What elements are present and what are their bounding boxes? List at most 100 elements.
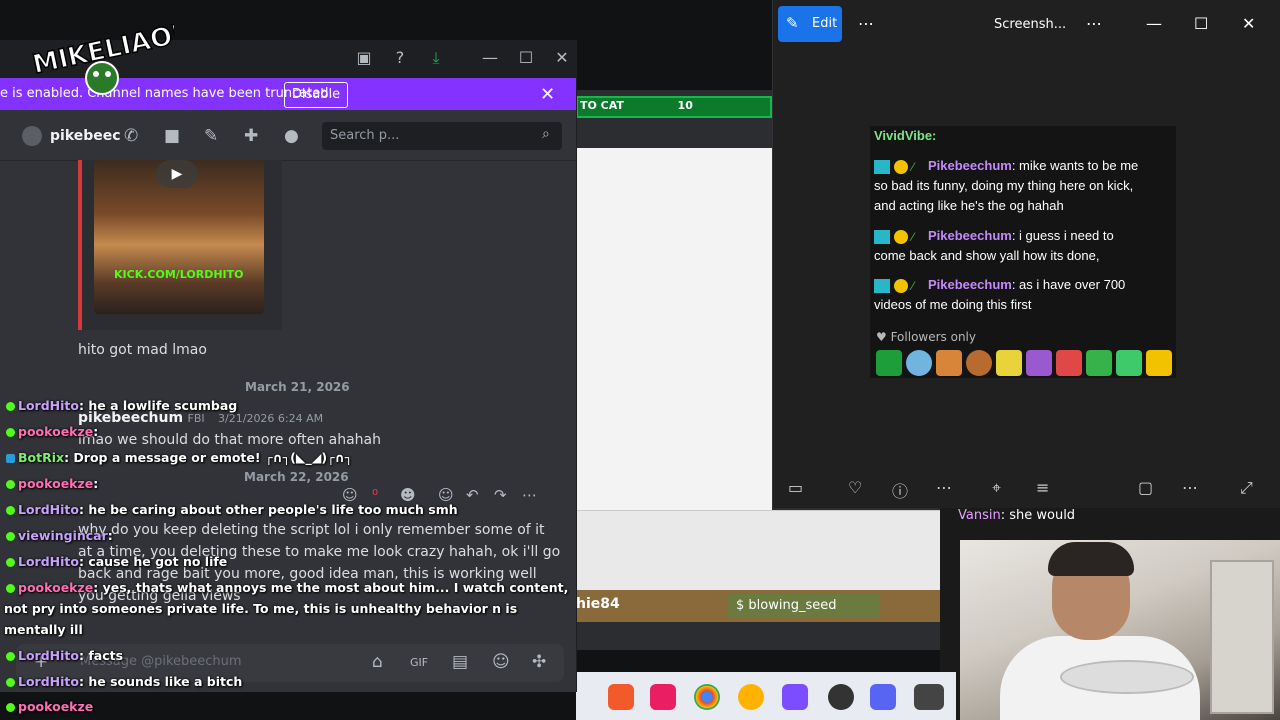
- stream-chat-line: Vansin: she would: [958, 508, 1076, 523]
- gif-icon[interactable]: GIF: [410, 656, 428, 669]
- emote[interactable]: [996, 350, 1022, 376]
- video-call-icon[interactable]: ■: [164, 126, 180, 146]
- banner-close-icon[interactable]: ✕: [540, 84, 555, 105]
- avatar: [22, 126, 42, 146]
- app-diamond-icon[interactable]: [782, 684, 808, 710]
- chat-message: ⁄ Pikebeechum: mike wants to be me: [874, 158, 1138, 174]
- settings-sun-icon[interactable]: [738, 684, 764, 710]
- date-divider: March 22, 2026: [244, 470, 349, 484]
- forward-icon[interactable]: ↷: [494, 486, 507, 504]
- search-placeholder: Search p...: [330, 128, 400, 143]
- stream-user-tag-left: hie84: [576, 596, 620, 612]
- edit-label: Edit: [812, 16, 838, 31]
- more-options-icon[interactable]: ⋯: [858, 14, 874, 33]
- emote[interactable]: [1146, 350, 1172, 376]
- author-badge: FBI: [187, 412, 205, 425]
- close-icon[interactable]: ✕: [1242, 14, 1255, 33]
- emoji-icon[interactable]: ☺: [492, 652, 510, 672]
- filmstrip-icon[interactable]: ▭: [788, 478, 803, 497]
- help-icon[interactable]: ?: [388, 48, 412, 67]
- reply-icon[interactable]: ↶: [466, 486, 479, 504]
- minimize-icon[interactable]: —: [478, 48, 502, 67]
- play-icon[interactable]: ▶: [156, 160, 198, 188]
- viewer-title: Screensh...: [994, 17, 1067, 32]
- overlay-chat-line: pookoekze: [6, 699, 93, 714]
- overlay-chat-line: LordHito: he be caring about other peopl…: [6, 502, 458, 517]
- edit-icon: ✎: [786, 14, 799, 32]
- close-icon[interactable]: ✕: [550, 48, 574, 67]
- chat-message-line: videos of me doing this first: [874, 297, 1032, 312]
- overlay-chat-line: LordHito: facts: [6, 648, 123, 663]
- overlay-chat-line: LordHito: he sounds like a bitch: [6, 674, 242, 689]
- add-friend-icon[interactable]: ✚: [244, 126, 258, 146]
- apps-icon[interactable]: ✣: [532, 652, 546, 672]
- chat-message-line: and acting like he's the og hahah: [874, 198, 1064, 213]
- overlay-chat-line: pookoekze: yes, thats what annoys me the…: [6, 580, 568, 595]
- embed-link[interactable]: KICK.COM/LORDHITO: [114, 268, 244, 281]
- maximize-icon[interactable]: ☐: [1194, 14, 1208, 33]
- app-icon[interactable]: [650, 684, 676, 710]
- pin-icon[interactable]: ✎: [204, 126, 218, 146]
- message-text: hito got mad lmao: [78, 342, 207, 358]
- emote[interactable]: [1116, 350, 1142, 376]
- overlay-chat-line: viewingincar:: [6, 528, 113, 543]
- minimize-icon[interactable]: —: [1146, 14, 1162, 33]
- emote[interactable]: [1086, 350, 1112, 376]
- app-srt-icon[interactable]: [914, 684, 944, 710]
- obs-icon[interactable]: [828, 684, 854, 710]
- date-divider: March 21, 2026: [245, 380, 350, 394]
- webcam-feed: [960, 540, 1280, 720]
- followers-only-label: ♥ Followers only: [876, 330, 976, 344]
- emote[interactable]: [1056, 350, 1082, 376]
- overlay-chat-line: not pry into someones private life. To m…: [4, 601, 518, 616]
- chat-message: ⁄ Pikebeechum: as i have over 700: [874, 277, 1125, 293]
- emote[interactable]: [966, 350, 992, 376]
- overlay-chat-line: LordHito: cause he got no life: [6, 554, 227, 569]
- overlay-chat-line: BotRix: Drop a message or emote! ┌∩┐(◣_◢…: [6, 450, 352, 465]
- gift-icon[interactable]: ⌂: [372, 652, 383, 672]
- game-bar-label: TO CAT 10: [580, 99, 693, 112]
- download-icon[interactable]: ⤓: [424, 48, 448, 68]
- more-icon[interactable]: ⋯: [936, 478, 952, 497]
- stream-user-tag-right: $ blowing_seed: [728, 594, 880, 618]
- text-extract-icon[interactable]: ≡: [1036, 478, 1049, 497]
- overlay-chat-line: mentally ill: [4, 622, 83, 637]
- chat-message: ⁄ Pikebeechum: i guess i need to: [874, 228, 1114, 244]
- maximize-icon[interactable]: ☐: [514, 48, 538, 67]
- overlay-chat-line: pookoekze:: [6, 476, 98, 491]
- more-icon[interactable]: ⋯: [522, 486, 537, 504]
- visual-search-icon[interactable]: ⌖: [992, 478, 1001, 498]
- chat-message-line: come back and show yall how its done,: [874, 248, 1100, 263]
- message-timestamp: 3/21/2026 6:24 AM: [218, 412, 324, 425]
- badge-icon: [874, 159, 890, 174]
- sticker-icon[interactable]: ▤: [452, 652, 468, 672]
- voice-call-icon[interactable]: ✆: [124, 126, 138, 146]
- streamer-logo: MIKELIAORY: [29, 14, 174, 95]
- favorite-icon[interactable]: ♡: [848, 478, 862, 497]
- info-icon[interactable]: ⓘ: [892, 478, 908, 502]
- more-icon[interactable]: ⋯: [1182, 478, 1198, 497]
- viewer-more-icon[interactable]: ⋯: [1086, 14, 1102, 33]
- discord-taskbar-icon[interactable]: [870, 684, 896, 710]
- emote[interactable]: [936, 350, 962, 376]
- disable-button[interactable]: Disable: [284, 82, 348, 108]
- message-text: lmao we should do that more often ahahah: [78, 432, 381, 448]
- chrome-icon[interactable]: [694, 684, 720, 710]
- search-icon[interactable]: ⌕: [542, 126, 550, 142]
- inbox-icon[interactable]: ▣: [352, 48, 376, 67]
- chat-user: VividVibe:: [874, 128, 937, 143]
- chat-message-line: so bad its funny, doing my thing here on…: [874, 178, 1134, 193]
- emote[interactable]: [1026, 350, 1052, 376]
- sword-icon: ⁄: [912, 159, 915, 174]
- fullscreen-icon[interactable]: ⤢: [1240, 478, 1253, 498]
- coin-icon: [894, 159, 908, 174]
- fit-screen-icon[interactable]: ▢: [1138, 478, 1153, 497]
- emote[interactable]: [906, 350, 932, 376]
- overlay-chat-line: LordHito: he a lowlife scumbag: [6, 398, 237, 413]
- profile-icon[interactable]: ●: [284, 126, 299, 146]
- emote[interactable]: [876, 350, 902, 376]
- copilot-icon[interactable]: [608, 684, 634, 710]
- message-text: why do you keep deleting the script lol …: [78, 522, 545, 538]
- channel-name[interactable]: pikebeec: [50, 128, 121, 144]
- overlay-chat-line: pookoekze:: [6, 424, 98, 439]
